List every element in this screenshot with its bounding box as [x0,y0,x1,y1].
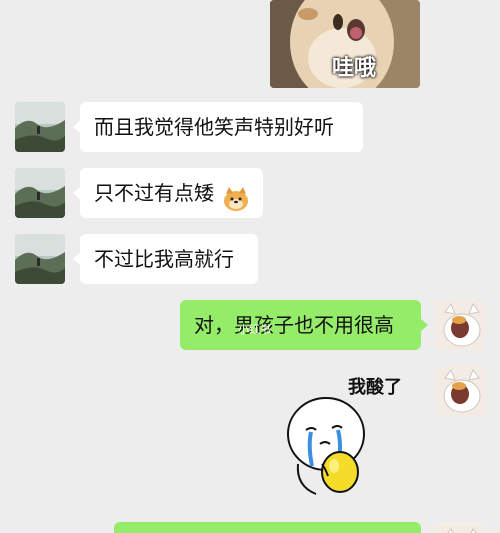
incoming-message[interactable]: 只不过有点矮 [73,168,263,218]
message-text: 只不过有点矮 [94,181,214,205]
crying-lemon-sticker[interactable]: 我酸了 [278,368,428,503]
cat-avatar-icon [435,526,485,533]
cat-avatar-icon [435,366,485,416]
landscape-avatar-icon [15,234,65,284]
incoming-message[interactable]: 而且我觉得他笑声特别好听 [73,102,363,152]
message-text: 对，男孩子也不用很高 [194,313,394,337]
doge-emoji-icon [223,180,249,211]
contact-avatar[interactable] [15,234,65,284]
contact-avatar[interactable] [15,102,65,152]
cat-wow-sticker[interactable]: 哇哦 [270,0,420,88]
sticker-caption: 哇哦 [332,56,377,81]
self-avatar[interactable] [435,300,485,350]
crying-face-icon [287,397,365,495]
watermark-text: 小红书 [238,323,271,336]
self-avatar[interactable] [435,522,485,533]
cat-avatar-icon [435,300,485,350]
landscape-avatar-icon [15,168,65,218]
landscape-avatar-icon [15,102,65,152]
incoming-message[interactable]: 不过比我高就行 [73,234,258,284]
message-text: 而且我觉得他笑声特别好听 [94,115,334,139]
message-text: 不过比我高就行 [94,247,234,271]
contact-avatar[interactable] [15,168,65,218]
outgoing-message[interactable] [114,522,421,533]
outgoing-message[interactable]: 对，男孩子也不用很高 小红书 [180,300,428,350]
self-avatar[interactable] [435,366,485,416]
